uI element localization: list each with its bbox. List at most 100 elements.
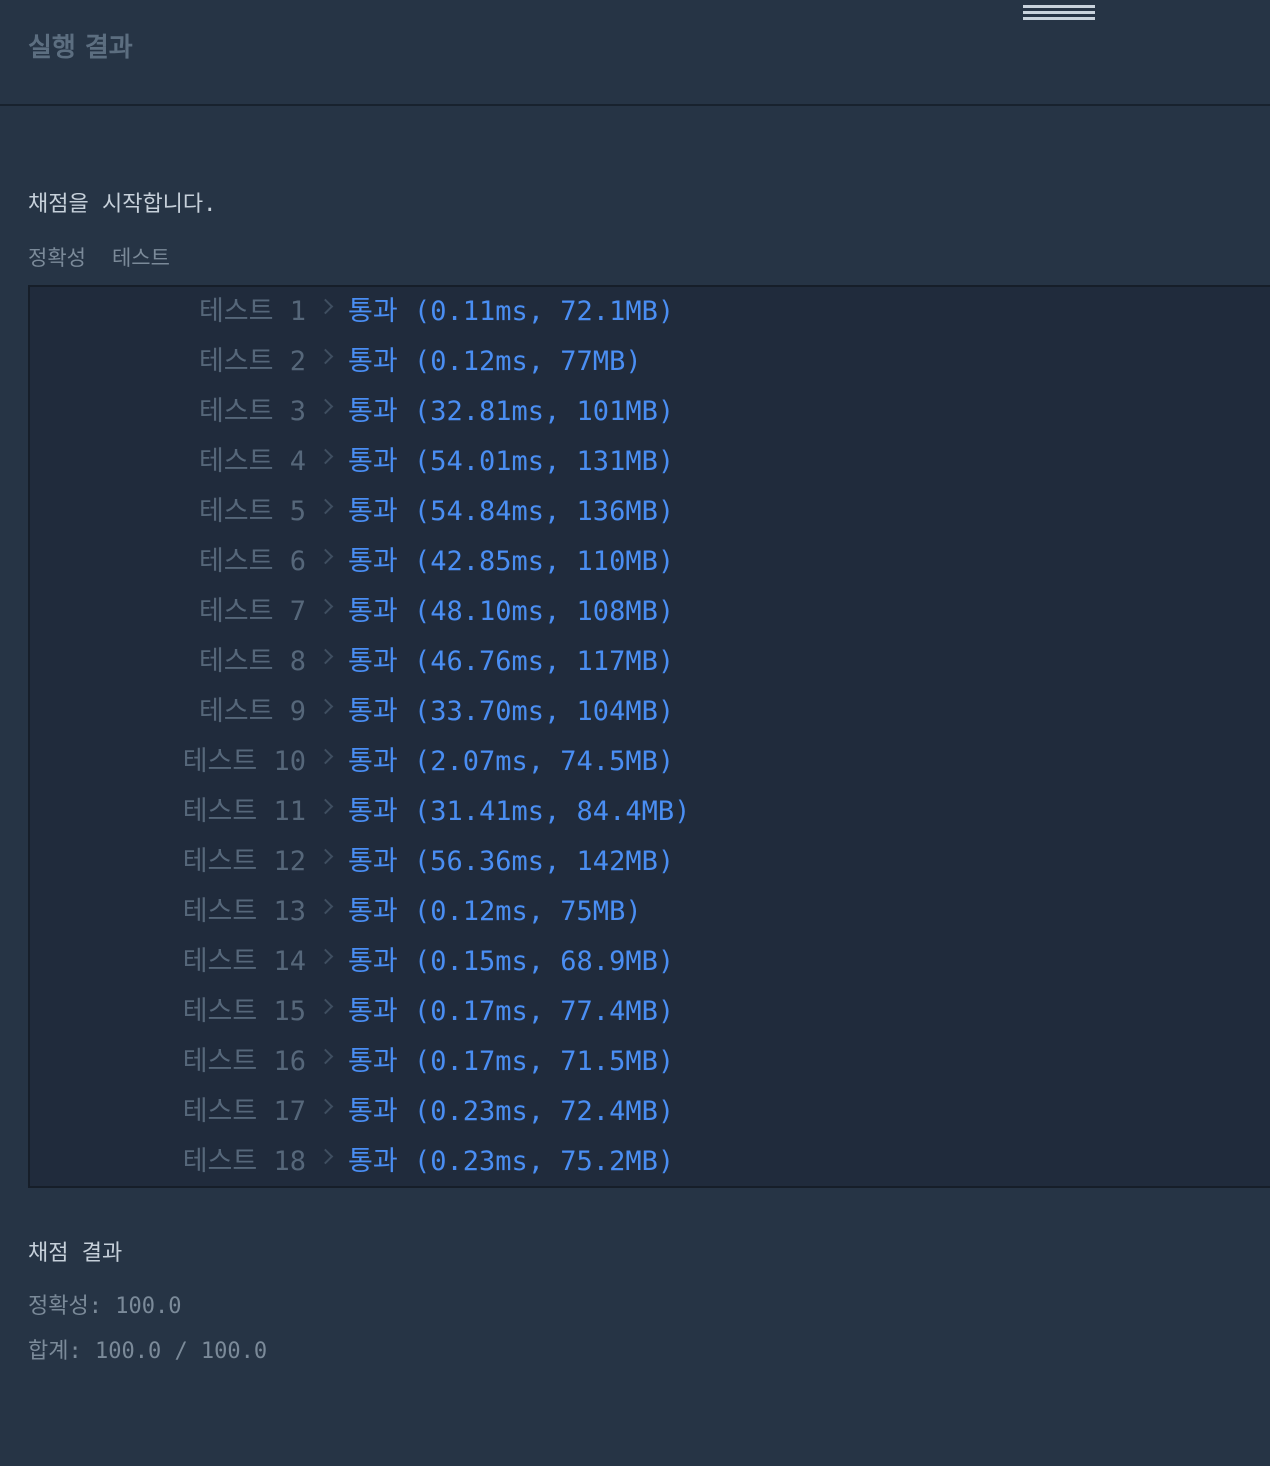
test-metrics: (46.76ms, 117MB) <box>414 646 675 677</box>
section-heading: 정확성 테스트 <box>28 242 196 274</box>
chevron-right-icon <box>317 898 334 915</box>
test-status: 통과 <box>348 396 398 427</box>
test-result-row: 테스트 16 통과 (0.17ms, 71.5MB) <box>30 1037 1270 1087</box>
test-status: 통과 <box>348 596 398 627</box>
test-result-row: 테스트 3 통과 (32.81ms, 101MB) <box>30 387 1270 437</box>
test-metrics: (0.15ms, 68.9MB) <box>414 946 675 977</box>
test-result-row: 테스트 18 통과 (0.23ms, 75.2MB) <box>30 1137 1270 1186</box>
test-result-row: 테스트 10 통과 (2.07ms, 74.5MB) <box>30 737 1270 787</box>
test-status: 통과 <box>348 1146 398 1177</box>
test-label: 테스트 16 <box>182 1046 306 1077</box>
test-status: 통과 <box>348 296 398 327</box>
test-status: 통과 <box>348 546 398 577</box>
chevron-right-icon <box>317 1048 334 1065</box>
test-metrics: (0.17ms, 71.5MB) <box>414 1046 675 1077</box>
test-metrics: (0.23ms, 72.4MB) <box>414 1096 675 1127</box>
test-result-row: 테스트 9 통과 (33.70ms, 104MB) <box>30 687 1270 737</box>
chevron-right-icon <box>317 648 334 665</box>
chevron-right-icon <box>317 548 334 565</box>
chevron-right-icon <box>317 698 334 715</box>
test-label: 테스트 2 <box>198 346 306 377</box>
test-metrics: (0.23ms, 75.2MB) <box>414 1146 675 1177</box>
test-result-row: 테스트 14 통과 (0.15ms, 68.9MB) <box>30 937 1270 987</box>
chevron-right-icon <box>317 1148 334 1165</box>
test-label: 테스트 8 <box>198 646 306 677</box>
chevron-right-icon <box>317 848 334 865</box>
test-result-row: 테스트 15 통과 (0.17ms, 77.4MB) <box>30 987 1270 1037</box>
test-label: 테스트 6 <box>198 546 306 577</box>
test-label: 테스트 11 <box>182 796 306 827</box>
test-result-row: 테스트 11 통과 (31.41ms, 84.4MB) <box>30 787 1270 837</box>
test-result-row: 테스트 13 통과 (0.12ms, 75MB) <box>30 887 1270 937</box>
test-result-row: 테스트 12 통과 (56.36ms, 142MB) <box>30 837 1270 887</box>
summary-accuracy: 정확성: 100.0 <box>28 1294 182 1319</box>
test-status: 통과 <box>348 896 398 927</box>
test-result-row: 테스트 4 통과 (54.01ms, 131MB) <box>30 437 1270 487</box>
test-result-row: 테스트 17 통과 (0.23ms, 72.4MB) <box>30 1087 1270 1137</box>
test-result-row: 테스트 6 통과 (42.85ms, 110MB) <box>30 537 1270 587</box>
test-label: 테스트 12 <box>182 846 306 877</box>
test-label: 테스트 14 <box>182 946 306 977</box>
test-label: 테스트 9 <box>198 696 306 727</box>
test-metrics: (33.70ms, 104MB) <box>414 696 675 727</box>
section-heading-accuracy: 정확성 <box>28 246 86 270</box>
test-label: 테스트 15 <box>182 996 306 1027</box>
chevron-right-icon <box>317 498 334 515</box>
test-status: 통과 <box>348 746 398 777</box>
test-metrics: (0.12ms, 77MB) <box>414 346 642 377</box>
chevron-right-icon <box>317 998 334 1015</box>
summary-title: 채점 결과 <box>28 1241 123 1266</box>
test-status: 통과 <box>348 996 398 1027</box>
chevron-right-icon <box>317 1098 334 1115</box>
test-metrics: (54.01ms, 131MB) <box>414 446 675 477</box>
test-metrics: (0.17ms, 77.4MB) <box>414 996 675 1027</box>
test-metrics: (48.10ms, 108MB) <box>414 596 675 627</box>
test-status: 통과 <box>348 446 398 477</box>
test-label: 테스트 7 <box>198 596 306 627</box>
test-result-row: 테스트 1 통과 (0.11ms, 72.1MB) <box>30 287 1270 337</box>
grading-start-message: 채점을 시작합니다. <box>28 192 217 217</box>
test-status: 통과 <box>348 846 398 877</box>
test-label: 테스트 4 <box>198 446 306 477</box>
test-metrics: (31.41ms, 84.4MB) <box>414 796 691 827</box>
section-heading-test: 테스트 <box>111 246 170 270</box>
chevron-right-icon <box>317 348 334 365</box>
test-metrics: (2.07ms, 74.5MB) <box>414 746 675 777</box>
test-status: 통과 <box>348 796 398 827</box>
test-metrics: (54.84ms, 136MB) <box>414 496 675 527</box>
test-result-row: 테스트 2 통과 (0.12ms, 77MB) <box>30 337 1270 387</box>
test-label: 테스트 17 <box>182 1096 306 1127</box>
test-label: 테스트 3 <box>198 396 306 427</box>
test-label: 테스트 13 <box>182 896 306 927</box>
test-label: 테스트 10 <box>182 746 306 777</box>
chevron-right-icon <box>317 798 334 815</box>
test-result-row: 테스트 8 통과 (46.76ms, 117MB) <box>30 637 1270 687</box>
chevron-right-icon <box>317 598 334 615</box>
test-result-row: 테스트 5 통과 (54.84ms, 136MB) <box>30 487 1270 537</box>
test-metrics: (0.12ms, 75MB) <box>414 896 642 927</box>
test-status: 통과 <box>348 346 398 377</box>
test-label: 테스트 5 <box>198 496 306 527</box>
test-status: 통과 <box>348 1046 398 1077</box>
test-status: 통과 <box>348 496 398 527</box>
test-status: 통과 <box>348 646 398 677</box>
chevron-right-icon <box>317 748 334 765</box>
chevron-right-icon <box>317 948 334 965</box>
resize-handle-icon[interactable] <box>1023 5 1095 27</box>
test-result-row: 테스트 7 통과 (48.10ms, 108MB) <box>30 587 1270 637</box>
test-metrics: (42.85ms, 110MB) <box>414 546 675 577</box>
chevron-right-icon <box>317 398 334 415</box>
test-label: 테스트 1 <box>198 296 306 327</box>
panel-title: 실행 결과 <box>28 33 133 63</box>
test-status: 통과 <box>348 1096 398 1127</box>
output-panel-header: 실행 결과 <box>0 0 1270 106</box>
test-results-box: 테스트 1 통과 (0.11ms, 72.1MB) 테스트 2 통과 (0.12ms, 7… <box>28 285 1270 1188</box>
test-status: 통과 <box>348 946 398 977</box>
chevron-right-icon <box>317 298 334 315</box>
summary-total: 합계: 100.0 / 100.0 <box>28 1339 268 1364</box>
test-metrics: (56.36ms, 142MB) <box>414 846 675 877</box>
test-status: 통과 <box>348 696 398 727</box>
test-label: 테스트 18 <box>182 1146 306 1177</box>
test-metrics: (0.11ms, 72.1MB) <box>414 296 675 327</box>
test-metrics: (32.81ms, 101MB) <box>414 396 675 427</box>
